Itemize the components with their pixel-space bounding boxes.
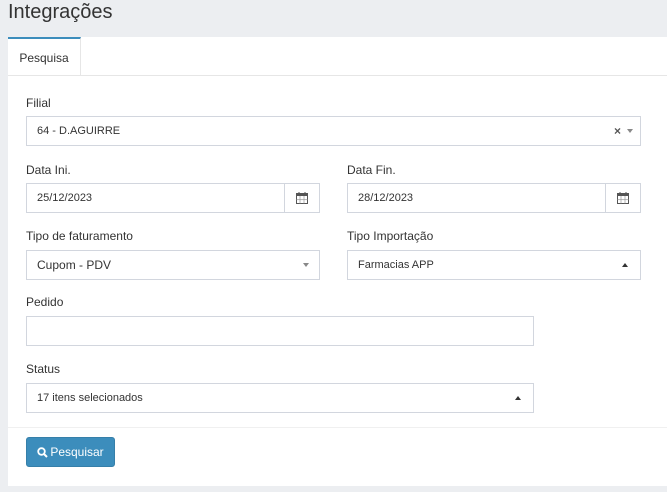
data-ini-value: 25/12/2023: [37, 192, 93, 204]
data-fin-calendar-button[interactable]: [605, 184, 640, 212]
status-multiselect[interactable]: 17 itens selecionados: [26, 383, 534, 413]
data-ini-input[interactable]: 25/12/2023: [26, 183, 320, 213]
chevron-up-icon: [515, 396, 521, 400]
divider: [8, 427, 667, 428]
tipo-importacao-select[interactable]: Farmacias APP: [347, 250, 641, 280]
filial-clear-icon[interactable]: ×: [614, 124, 621, 138]
chevron-down-icon: [303, 263, 309, 267]
search-button-label: Pesquisar: [50, 445, 104, 459]
tab-strip: Pesquisa: [8, 37, 667, 76]
calendar-icon: [617, 192, 629, 204]
chevron-up-icon: [622, 263, 628, 267]
data-ini-label: Data Ini.: [26, 163, 71, 177]
filial-select[interactable]: 64 - D.AGUIRRE ×: [26, 116, 641, 146]
tipo-importacao-label: Tipo Importação: [347, 229, 434, 243]
pedido-label: Pedido: [26, 295, 64, 309]
status-label: Status: [26, 362, 61, 376]
filial-value: 64 - D.AGUIRRE: [37, 125, 121, 137]
chevron-down-icon: [627, 129, 633, 133]
search-icon: [37, 447, 49, 458]
data-fin-label: Data Fin.: [347, 163, 396, 177]
tipo-faturamento-label: Tipo de faturamento: [26, 229, 133, 243]
search-button[interactable]: Pesquisar: [26, 437, 115, 467]
filial-label: Filial: [26, 96, 51, 110]
pedido-input[interactable]: [26, 316, 534, 346]
search-panel: Pesquisa Filial 64 - D.AGUIRRE × Data In…: [8, 37, 667, 486]
status-value: 17 itens selecionados: [37, 392, 143, 404]
data-fin-value: 28/12/2023: [358, 192, 414, 204]
tipo-faturamento-select[interactable]: Cupom - PDV: [26, 250, 320, 280]
tipo-faturamento-value: Cupom - PDV: [37, 258, 112, 272]
tab-pesquisa[interactable]: Pesquisa: [8, 37, 81, 75]
page-title: Integrações: [8, 1, 113, 23]
data-fin-input[interactable]: 28/12/2023: [347, 183, 641, 213]
data-ini-calendar-button[interactable]: [284, 184, 319, 212]
tipo-importacao-value: Farmacias APP: [358, 259, 434, 271]
calendar-icon: [296, 192, 308, 204]
